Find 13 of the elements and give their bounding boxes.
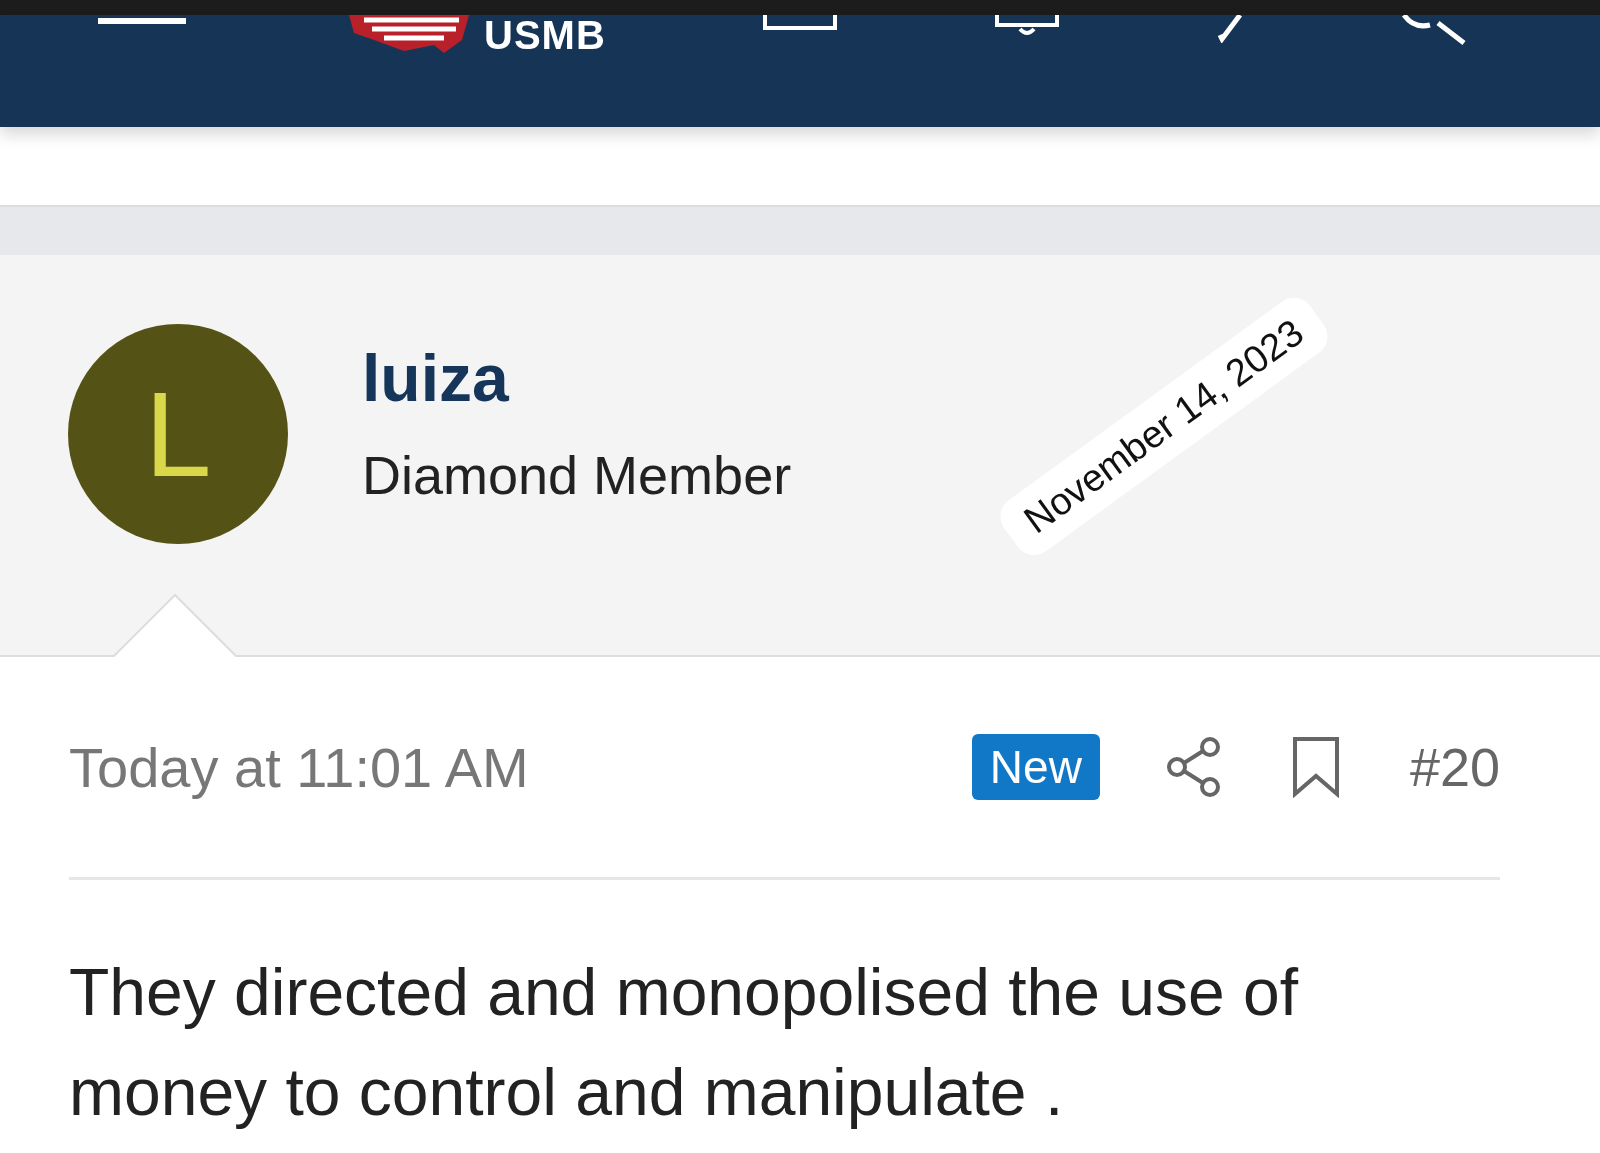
site-logo[interactable]: USMB: [484, 15, 606, 55]
avatar[interactable]: L: [68, 324, 288, 544]
share-icon[interactable]: [1165, 736, 1222, 798]
user-title: Diamond Member: [362, 444, 792, 507]
menu-icon[interactable]: [98, 15, 188, 27]
new-badge: New: [971, 734, 1100, 800]
post-number[interactable]: #20: [1409, 736, 1500, 798]
username[interactable]: luiza: [362, 341, 792, 415]
post-body: They directed and monopolised the use of money to control and manipulate .: [69, 954, 1300, 1131]
bookmark-icon[interactable]: [1291, 736, 1340, 798]
inbox-icon[interactable]: [761, 15, 838, 31]
pen-icon[interactable]: [1215, 15, 1244, 43]
post-time[interactable]: Today at 11:01 AM: [69, 734, 972, 800]
